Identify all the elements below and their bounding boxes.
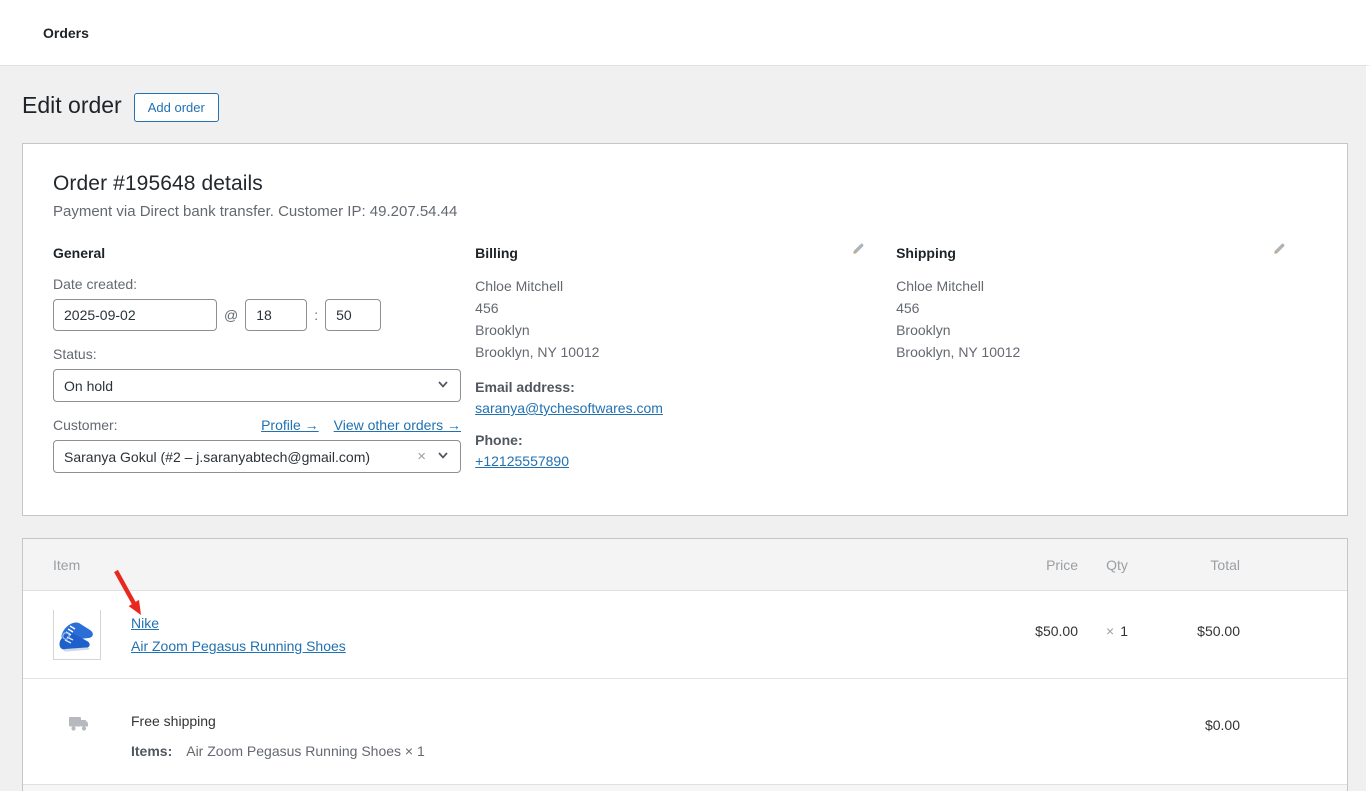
- product-price: $50.00: [958, 623, 1078, 639]
- edit-billing-button[interactable]: [851, 241, 866, 259]
- order-totals-strip: [23, 784, 1347, 791]
- profile-link[interactable]: Profile →: [261, 417, 319, 433]
- page-head: Edit order Add order: [22, 88, 1348, 124]
- main-content: Edit order Add order Order #195648 detai…: [0, 88, 1370, 791]
- billing-heading: Billing: [475, 245, 518, 261]
- product-line-item-row: Nike Air Zoom Pegasus Running Shoes $50.…: [23, 591, 1347, 679]
- product-qty: ×1: [1078, 623, 1156, 639]
- shipping-method-name: Free shipping: [131, 713, 425, 729]
- chevron-down-icon: [436, 448, 450, 465]
- order-details-card: Order #195648 details Payment via Direct…: [22, 143, 1348, 516]
- total-column-header: Total: [1156, 557, 1240, 573]
- shipping-heading: Shipping: [896, 245, 956, 261]
- shipping-items-value: Air Zoom Pegasus Running Shoes × 1: [186, 743, 425, 759]
- minute-input[interactable]: [325, 299, 381, 331]
- edit-shipping-button[interactable]: [1272, 241, 1287, 259]
- pencil-icon: [851, 244, 866, 259]
- billing-address-line: Brooklyn: [475, 319, 866, 341]
- qty-value: 1: [1120, 623, 1128, 639]
- customer-select[interactable]: Saranya Gokul (#2 – j.saranyabtech@gmail…: [53, 440, 461, 473]
- blue-sneakers-image: [54, 610, 100, 661]
- pencil-icon: [1272, 244, 1287, 259]
- date-created-label: Date created:: [53, 276, 445, 292]
- topbar-title: Orders: [43, 25, 89, 41]
- order-columns: General Date created: @ : Status: On hol…: [53, 245, 1317, 473]
- shipping-address-line: 456: [896, 297, 1287, 319]
- shipping-items-label: Items:: [131, 743, 172, 759]
- billing-email-link[interactable]: saranya@tychesoftwares.com: [475, 400, 663, 416]
- phone-label: Phone:: [475, 432, 866, 448]
- chevron-down-icon: [436, 377, 450, 394]
- at-symbol: @: [224, 307, 238, 323]
- billing-address-line: Chloe Mitchell: [475, 275, 866, 297]
- scrollbar-track[interactable]: [1366, 65, 1370, 791]
- general-column: General Date created: @ : Status: On hol…: [53, 245, 475, 473]
- product-brand-link[interactable]: Nike: [131, 615, 346, 631]
- hour-input[interactable]: [245, 299, 307, 331]
- view-other-orders-link[interactable]: View other orders →: [334, 417, 461, 433]
- billing-address: Chloe Mitchell 456 Brooklyn Brooklyn, NY…: [475, 275, 866, 363]
- order-items-card: Item Price Qty Total: [22, 538, 1348, 791]
- truck-icon: [55, 715, 103, 732]
- status-select-value: On hold: [64, 378, 436, 394]
- shipping-total: $0.00: [1156, 717, 1240, 733]
- general-heading: General: [53, 245, 445, 261]
- shipping-method-cell: Free shipping Items: Air Zoom Pegasus Ru…: [131, 713, 425, 759]
- shipping-address-line: Brooklyn: [896, 319, 1287, 341]
- order-title: Order #195648 details: [53, 172, 1317, 196]
- product-name-cell: Nike Air Zoom Pegasus Running Shoes: [131, 615, 346, 654]
- status-select[interactable]: On hold: [53, 369, 461, 402]
- order-meta: Payment via Direct bank transfer. Custom…: [53, 203, 1317, 220]
- shipping-line-item-row: Free shipping Items: Air Zoom Pegasus Ru…: [23, 679, 1347, 759]
- shipping-column: Shipping Chloe Mitchell 456 Brooklyn Bro…: [896, 245, 1317, 473]
- billing-address-line: Brooklyn, NY 10012: [475, 341, 866, 363]
- email-label: Email address:: [475, 379, 866, 395]
- page-title: Edit order: [22, 91, 122, 121]
- qty-column-header: Qty: [1078, 557, 1156, 573]
- shipping-address-line: Chloe Mitchell: [896, 275, 1287, 297]
- topbar: Orders: [0, 0, 1370, 65]
- status-label: Status:: [53, 346, 445, 362]
- product-total: $50.00: [1156, 623, 1240, 639]
- multiply-symbol: ×: [1106, 623, 1114, 639]
- shipping-address-line: Brooklyn, NY 10012: [896, 341, 1287, 363]
- customer-select-value: Saranya Gokul (#2 – j.saranyabtech@gmail…: [64, 449, 417, 465]
- date-created-row: @ :: [53, 299, 445, 331]
- clear-selection-icon[interactable]: ×: [417, 448, 426, 465]
- customer-links: Profile → View other orders →: [261, 417, 461, 433]
- time-separator: :: [314, 307, 318, 323]
- customer-label-row: Customer: Profile → View other orders →: [53, 417, 461, 433]
- billing-address-line: 456: [475, 297, 866, 319]
- add-order-button[interactable]: Add order: [134, 93, 219, 122]
- customer-label: Customer:: [53, 417, 118, 433]
- shipping-address: Chloe Mitchell 456 Brooklyn Brooklyn, NY…: [896, 275, 1287, 363]
- product-name-link[interactable]: Air Zoom Pegasus Running Shoes: [131, 638, 346, 654]
- date-input[interactable]: [53, 299, 217, 331]
- price-column-header: Price: [958, 557, 1078, 573]
- item-column-header: Item: [23, 557, 958, 573]
- items-table-header: Item Price Qty Total: [23, 539, 1347, 591]
- billing-phone-link[interactable]: +12125557890: [475, 453, 569, 469]
- billing-column: Billing Chloe Mitchell 456 Brooklyn Broo…: [475, 245, 896, 473]
- product-thumbnail[interactable]: [53, 610, 101, 660]
